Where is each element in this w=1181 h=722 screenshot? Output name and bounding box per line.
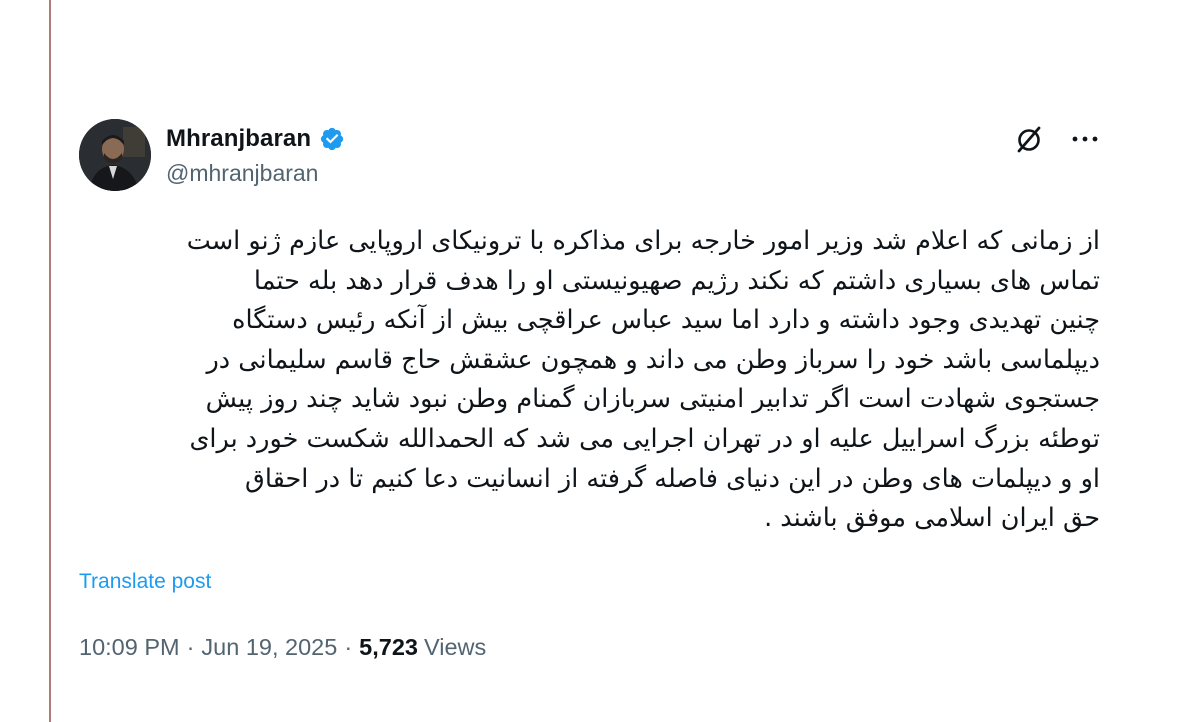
post-body-text: از زمانی که اعلام شد وزیر امور خارجه برا…: [78, 222, 1100, 539]
post-text-line: جستجوی شهادت است اگر تدابیر امنیتی سرباز…: [205, 384, 1100, 415]
meta-separator: ·: [344, 634, 353, 660]
post-text-line: از زمانی که اعلام شد وزیر امور خارجه برا…: [186, 226, 1100, 256]
post-time[interactable]: 10:09 PM: [79, 634, 180, 661]
post-text-line: حق ایران اسلامی موفق باشند .: [764, 503, 1100, 534]
post-text-line: دیپلماسی باشد خود را سرباز وطن می داند و…: [206, 344, 1100, 375]
post-text-line: چنین تهدیدی وجود داشته و دارد اما سید عب…: [232, 305, 1100, 336]
meta-separator: ·: [186, 634, 195, 660]
tweet-card: Mhranjbaran @mhranjbaran از زمانی که اعل…: [0, 0, 1181, 722]
top-actions: [1014, 122, 1100, 156]
author-handle[interactable]: @mhranjbaran: [166, 160, 318, 187]
avatar-portrait-icon: [79, 119, 151, 191]
post-text-line: او و دیپلمات های وطن در این دنیای فاصله …: [245, 463, 1100, 494]
post-text-line: توطئه بزرگ اسراییل علیه او در تهران اجرا…: [189, 423, 1100, 454]
author-display-name[interactable]: Mhranjbaran: [166, 125, 311, 153]
post-text-line: تماس های بسیاری داشتم که نکند رژیم صهیون…: [253, 265, 1100, 296]
post-metadata: 10:09 PM · Jun 19, 2025 · 5,723 Views: [79, 634, 486, 661]
more-options-icon[interactable]: [1070, 124, 1100, 154]
author-name-row: Mhranjbaran: [166, 124, 345, 154]
verified-badge-icon[interactable]: [319, 126, 345, 152]
views-count[interactable]: 5,723: [359, 634, 418, 661]
views-label: Views: [423, 634, 487, 660]
translate-post-link[interactable]: Translate post: [79, 570, 211, 594]
post-date[interactable]: Jun 19, 2025: [201, 634, 337, 661]
grok-icon[interactable]: [1014, 124, 1044, 154]
avatar[interactable]: [79, 119, 151, 191]
